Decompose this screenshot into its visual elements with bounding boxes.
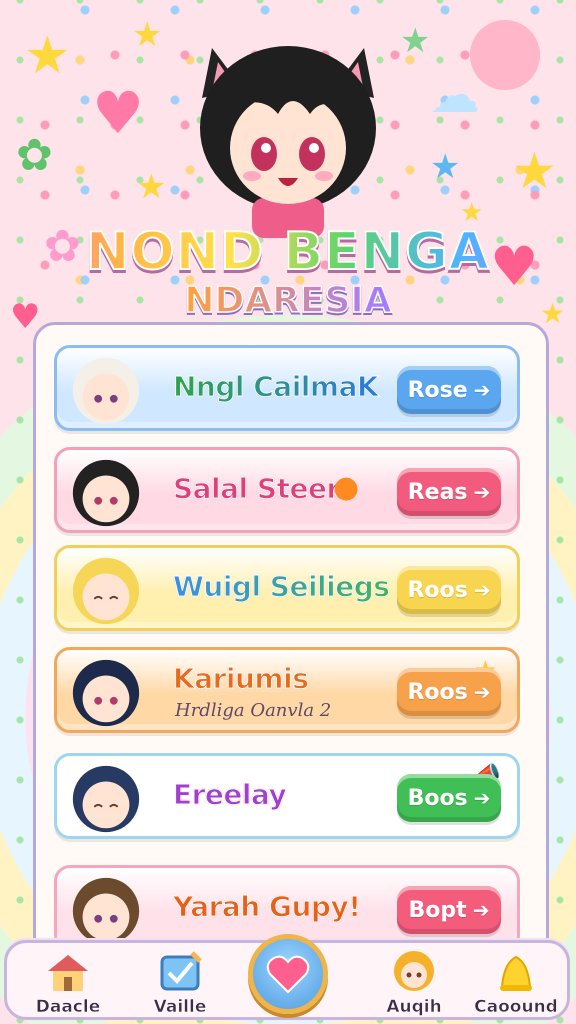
button-label: Roos	[407, 679, 468, 705]
avatar	[72, 659, 140, 727]
arrow-right-icon: ➔	[473, 786, 491, 810]
list-item[interactable]: Ereelay 📣 Boos➔	[54, 753, 520, 839]
character-name: Yarah Gupy!	[172, 890, 361, 924]
hero-catgirl-character	[200, 46, 376, 238]
nav-label: Auqih	[386, 997, 442, 1018]
list-item[interactable]: Wuigl Seiliegs Roos ➔	[54, 545, 520, 631]
roster-action-button[interactable]: Roos ➔	[397, 668, 501, 716]
avatar	[72, 765, 140, 833]
list-item[interactable]: Nngl CailmaK Rose ➔	[54, 345, 520, 431]
game-title: NOND BENGA	[0, 221, 576, 283]
button-label: Reas	[407, 479, 468, 505]
arrow-right-icon: ➔	[473, 680, 491, 704]
roster-action-button[interactable]: Rose ➔	[397, 366, 501, 414]
mascot-icon	[470, 20, 540, 90]
star-icon: ★	[430, 147, 461, 187]
orange-icon: ●	[333, 470, 360, 505]
roster-action-button[interactable]: Reas ➔	[397, 468, 501, 516]
nav-notifications[interactable]: Caoound	[471, 943, 561, 1019]
nav-tasks[interactable]: Vaille	[135, 943, 225, 1019]
arrow-right-icon: ➔	[473, 480, 491, 504]
heart-icon: ♥	[92, 79, 144, 147]
star-icon: ★	[400, 21, 431, 61]
character-name: Wuigl Seiliegs	[172, 570, 390, 604]
star-icon: ★	[24, 26, 71, 86]
roster-action-button[interactable]: Roos ➔	[397, 566, 501, 614]
star-icon: ★	[132, 15, 163, 55]
house-icon	[48, 955, 88, 991]
character-name: Nngl CailmaK	[172, 370, 379, 404]
button-label: Bopt	[408, 897, 467, 923]
character-icon	[394, 951, 434, 991]
game-subtitle: NDARESIA	[0, 279, 576, 322]
heart-icon	[266, 955, 310, 994]
center-heart-button[interactable]	[248, 934, 328, 1014]
nav-characters[interactable]: Auqih	[369, 943, 459, 1019]
avatar	[72, 557, 140, 625]
roster-action-button[interactable]: Boos ➔	[397, 774, 501, 822]
button-label: Roos	[407, 577, 468, 603]
star-icon: ★	[512, 142, 557, 200]
cloud-icon: ☁	[430, 66, 480, 124]
avatar	[72, 459, 140, 527]
nav-label: Vaille	[153, 997, 207, 1018]
list-item[interactable]: Salal Steer ● Reas ➔	[54, 447, 520, 533]
avatar	[72, 357, 140, 425]
avatar	[72, 877, 140, 945]
roster-action-button[interactable]: Bopt ➔	[397, 886, 501, 934]
nav-label: Daacle	[35, 997, 101, 1018]
nav-home[interactable]: Daacle	[23, 943, 113, 1019]
button-label: Rose	[407, 377, 468, 403]
list-item[interactable]: Kariumis Hrdliga Oanvla 2 ★ Roos➔	[54, 647, 520, 733]
arrow-right-icon: ➔	[473, 378, 491, 402]
arrow-right-icon: ➔	[472, 898, 490, 922]
star-icon: ★	[136, 167, 167, 207]
character-name: Ereelay	[172, 778, 287, 812]
bell-icon	[500, 955, 532, 991]
character-name: Salal Steer	[173, 472, 341, 506]
character-list-panel: Nngl CailmaK Rose ➔ Salal Steer ● Reas ➔ W…	[33, 322, 549, 968]
arrow-right-icon: ➔	[473, 578, 491, 602]
nav-label: Caoound	[474, 997, 558, 1018]
character-name: Kariumis	[172, 662, 309, 696]
character-subtitle: Hrdliga Oanvla 2	[175, 700, 332, 721]
button-label: Boos	[407, 785, 468, 811]
checklist-icon	[160, 951, 202, 991]
clover-icon: ✿	[16, 130, 53, 181]
